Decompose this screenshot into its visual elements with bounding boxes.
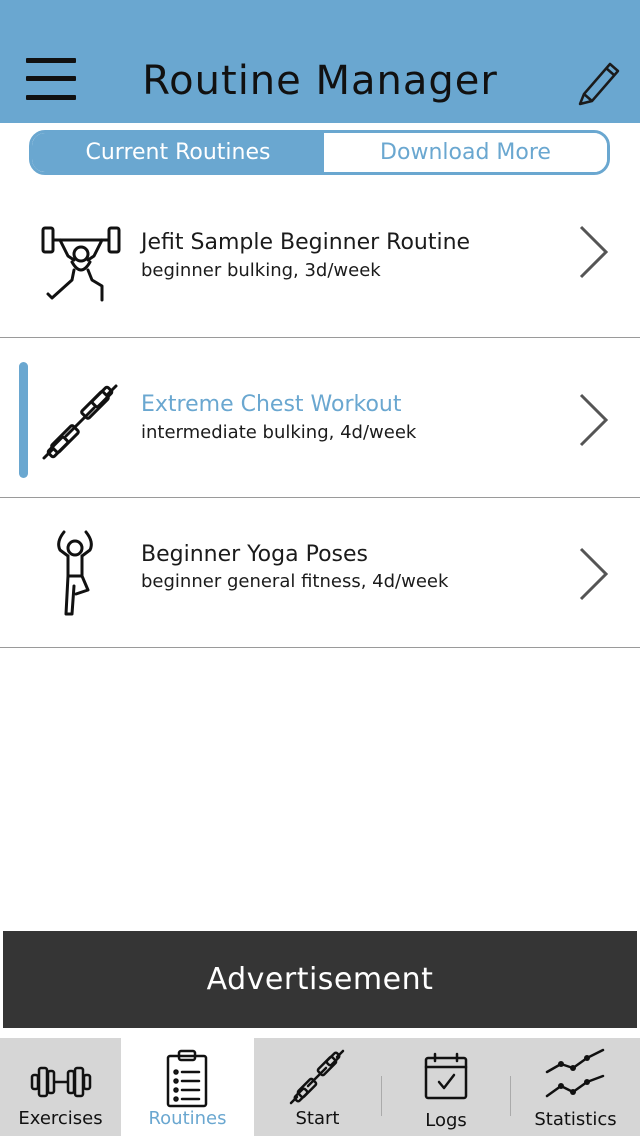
advertisement-banner[interactable]: Advertisement <box>3 931 637 1028</box>
tab-label: Start <box>295 1108 340 1129</box>
tab-download-more[interactable]: Download More <box>324 133 607 172</box>
barbell-icon <box>42 384 118 460</box>
routine-row[interactable]: Beginner Yoga Poses beginner general fit… <box>0 498 640 648</box>
tab-label: Exercises <box>18 1108 103 1129</box>
advertisement-label: Advertisement <box>206 962 434 997</box>
pencil-icon[interactable] <box>574 58 622 106</box>
routine-row[interactable]: Jefit Sample Beginner Routine beginner b… <box>0 180 640 338</box>
tab-label: Routines <box>148 1108 227 1129</box>
routine-row[interactable]: Extreme Chest Workout intermediate bulki… <box>0 338 640 498</box>
tab-current-routines[interactable]: Current Routines <box>32 133 324 172</box>
line-chart-icon <box>545 1048 605 1098</box>
tab-logs[interactable]: Logs <box>382 1038 510 1136</box>
chevron-right-icon[interactable] <box>578 392 610 448</box>
calendar-check-icon <box>424 1052 468 1100</box>
page-title: Routine Manager <box>142 58 498 104</box>
routine-source-switch: Current Routines Download More <box>29 130 610 175</box>
routine-name: Jefit Sample Beginner Routine <box>141 230 471 255</box>
routine-description: intermediate bulking, 4d/week <box>141 422 417 443</box>
routine-description: beginner general fitness, 4d/week <box>141 571 449 592</box>
tab-routines[interactable]: Routines <box>121 1038 254 1136</box>
clipboard-list-icon <box>166 1049 208 1108</box>
tab-exercises[interactable]: Exercises <box>0 1038 121 1136</box>
tab-label: Logs <box>425 1110 467 1131</box>
bottom-tab-bar: Exercises Routines Start Logs Statistics <box>0 1038 640 1136</box>
routine-name: Beginner Yoga Poses <box>141 542 368 567</box>
yoga-pose-icon <box>57 530 93 616</box>
chevron-right-icon[interactable] <box>578 224 610 280</box>
tab-statistics[interactable]: Statistics <box>511 1038 640 1136</box>
routine-description: beginner bulking, 3d/week <box>141 260 381 281</box>
barbell-icon <box>289 1049 345 1105</box>
chevron-right-icon[interactable] <box>578 546 610 602</box>
app-header: Routine Manager <box>0 0 640 123</box>
routine-name: Extreme Chest Workout <box>141 392 402 417</box>
weightlifter-icon <box>41 226 121 302</box>
dumbbell-icon <box>30 1066 92 1098</box>
tab-start[interactable]: Start <box>254 1038 381 1136</box>
tab-label: Statistics <box>534 1109 617 1130</box>
